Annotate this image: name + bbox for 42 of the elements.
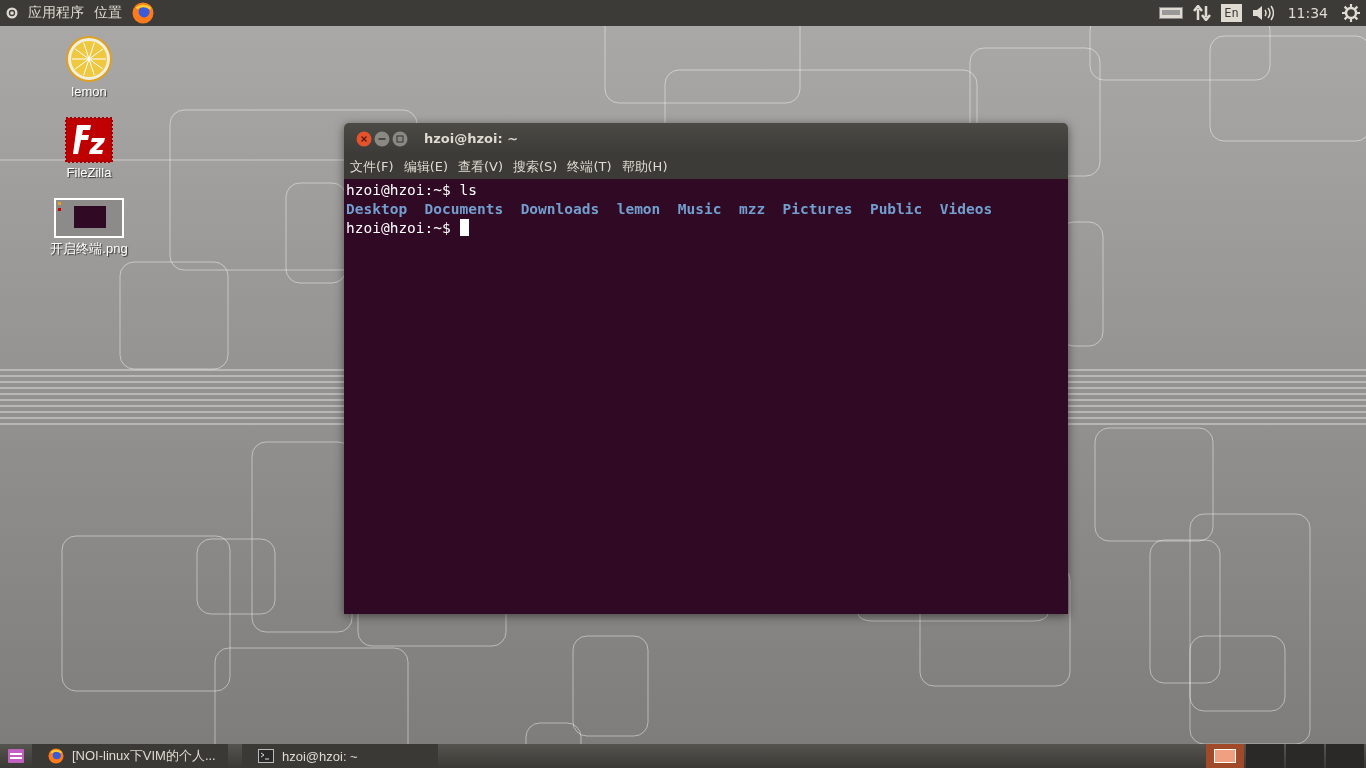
maximize-button[interactable] xyxy=(392,130,408,147)
close-button[interactable] xyxy=(356,130,372,147)
workspace-switcher-cell[interactable] xyxy=(1286,744,1324,768)
directory-name: Videos xyxy=(939,201,993,217)
panel-menu[interactable]: 应用程序 xyxy=(28,4,84,22)
workspace-switcher-cell[interactable] xyxy=(1326,744,1364,768)
language-indicator[interactable]: En xyxy=(1221,4,1242,22)
speaker-icon[interactable] xyxy=(1251,5,1274,21)
shell-prompt: hzoi@hzoi:~$ xyxy=(346,220,452,236)
firefox-icon[interactable] xyxy=(132,2,154,24)
command-line: hzoi@hzoi:~$ ls xyxy=(346,182,477,198)
menu-item[interactable]: 编辑(E) xyxy=(403,157,448,176)
panel-menu[interactable]: 位置 xyxy=(94,4,122,22)
menu-item[interactable]: 搜索(S) xyxy=(513,157,558,176)
menu-item[interactable]: 帮助(H) xyxy=(621,157,668,176)
directory-name: lemon xyxy=(616,201,661,217)
clock[interactable]: 11:34 xyxy=(1287,5,1328,21)
filezilla-icon[interactable] xyxy=(65,117,113,163)
directory-name: mzz xyxy=(738,201,766,217)
gear-icon[interactable] xyxy=(1342,4,1360,22)
minimize-button[interactable] xyxy=(374,130,390,147)
directory-name: Desktop xyxy=(346,201,408,217)
ubuntu-logo-icon[interactable] xyxy=(6,7,18,19)
window-title: hzoi@hzoi: ~ xyxy=(424,131,519,146)
keyboard-icon[interactable] xyxy=(1159,7,1184,19)
app-launcher-icon[interactable] xyxy=(8,749,24,763)
directory-name: Downloads xyxy=(520,201,600,217)
workspace-switcher-cell[interactable] xyxy=(1206,744,1244,768)
terminal-icon[interactable] xyxy=(258,749,274,763)
directory-name: Pictures xyxy=(782,201,853,217)
workspace-switcher-cell[interactable] xyxy=(1246,744,1284,768)
directory-name: Documents xyxy=(424,201,504,217)
directory-name: Public xyxy=(869,201,923,217)
directory-name: Music xyxy=(677,201,722,217)
image-thumbnail-icon[interactable] xyxy=(54,198,124,238)
up-down-arrows-icon[interactable] xyxy=(1193,5,1212,21)
menu-item[interactable]: 终端(T) xyxy=(567,157,612,176)
taskbar-button[interactable]: [NOI-linux下VIM的个人... xyxy=(32,744,228,768)
firefox-icon[interactable] xyxy=(48,748,64,764)
menu-item[interactable]: 查看(V) xyxy=(458,157,504,176)
menu-item[interactable]: 文件(F) xyxy=(350,157,394,176)
taskbar-button[interactable]: hzoi@hzoi: ~ xyxy=(242,744,438,768)
